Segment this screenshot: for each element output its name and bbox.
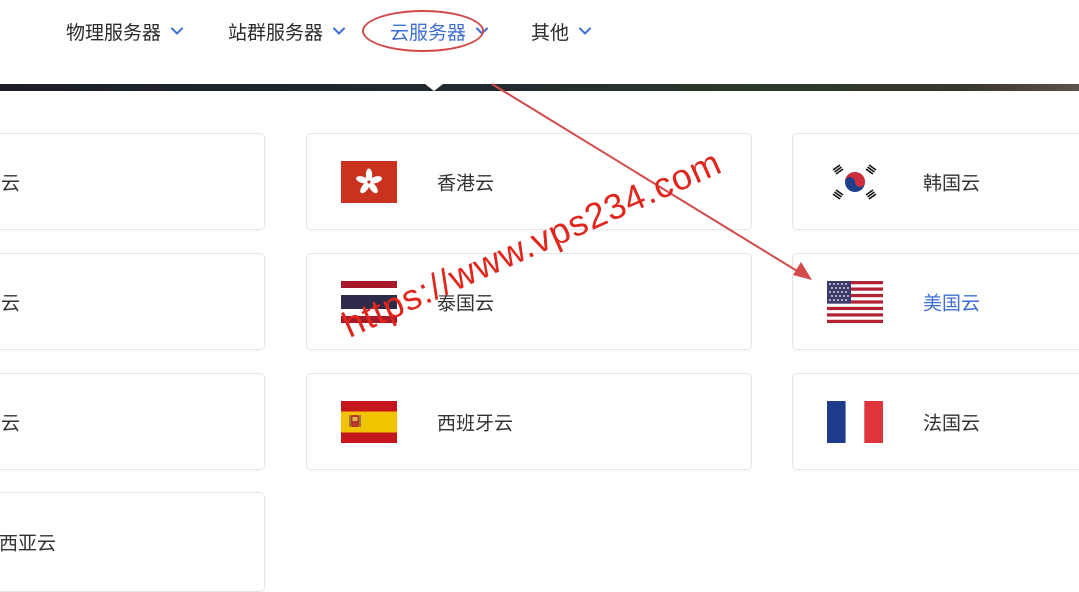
usa-flag-icon [827, 281, 883, 323]
nav-item-cloud-servers[interactable]: 云服务器 [390, 14, 489, 48]
region-card-label: 美国云 [923, 292, 981, 314]
chevron-down-icon [171, 27, 184, 35]
region-card-south-korea[interactable]: 韩国云 [792, 133, 1079, 230]
region-card-hong-kong[interactable]: 香港云 [306, 133, 752, 230]
region-card-label: 尼西亚云 [0, 532, 57, 555]
region-card-thailand[interactable]: 泰国云 [306, 253, 752, 350]
hong-kong-flag-icon [341, 161, 397, 203]
region-card-label: 西班牙云 [437, 412, 514, 434]
chevron-down-icon [579, 27, 592, 35]
region-card-label: 云 [1, 172, 21, 194]
region-card-spain[interactable]: 西班牙云 [306, 373, 752, 470]
region-card-left-3[interactable]: 云 [0, 373, 265, 470]
nav-item-label: 物理服务器 [66, 21, 162, 44]
france-flag-icon [827, 401, 883, 443]
nav-item-cluster-servers[interactable]: 站群服务器 [228, 14, 346, 48]
banner-strip [0, 84, 1079, 91]
region-card-left-4[interactable]: 尼西亚云 [0, 492, 265, 592]
chevron-down-icon [476, 27, 489, 35]
region-card-label: 香港云 [437, 172, 495, 194]
dropdown-pointer [425, 84, 443, 91]
region-card-label: 法国云 [923, 412, 981, 434]
region-card-label: 韩国云 [923, 172, 981, 194]
nav-item-label: 云服务器 [390, 21, 467, 44]
region-card-left-2[interactable]: 云 [0, 253, 265, 350]
top-nav: 物理服务器 站群服务器 云服务器 其他 [0, 0, 1079, 62]
south-korea-flag-icon [827, 161, 883, 203]
region-card-label: 泰国云 [437, 292, 495, 314]
chevron-down-icon [333, 27, 346, 35]
thailand-flag-icon [341, 281, 397, 323]
nav-item-label: 站群服务器 [228, 21, 324, 44]
region-card-left-1[interactable]: 云 [0, 133, 265, 230]
region-card-label: 云 [1, 412, 21, 434]
nav-item-physical-servers[interactable]: 物理服务器 [66, 14, 184, 48]
region-card-france[interactable]: 法国云 [792, 373, 1079, 470]
region-card-label: 云 [1, 292, 21, 314]
nav-item-other[interactable]: 其他 [531, 14, 592, 48]
region-card-usa[interactable]: 美国云 [792, 253, 1079, 350]
spain-flag-icon [341, 401, 397, 443]
nav-item-label: 其他 [531, 21, 570, 44]
